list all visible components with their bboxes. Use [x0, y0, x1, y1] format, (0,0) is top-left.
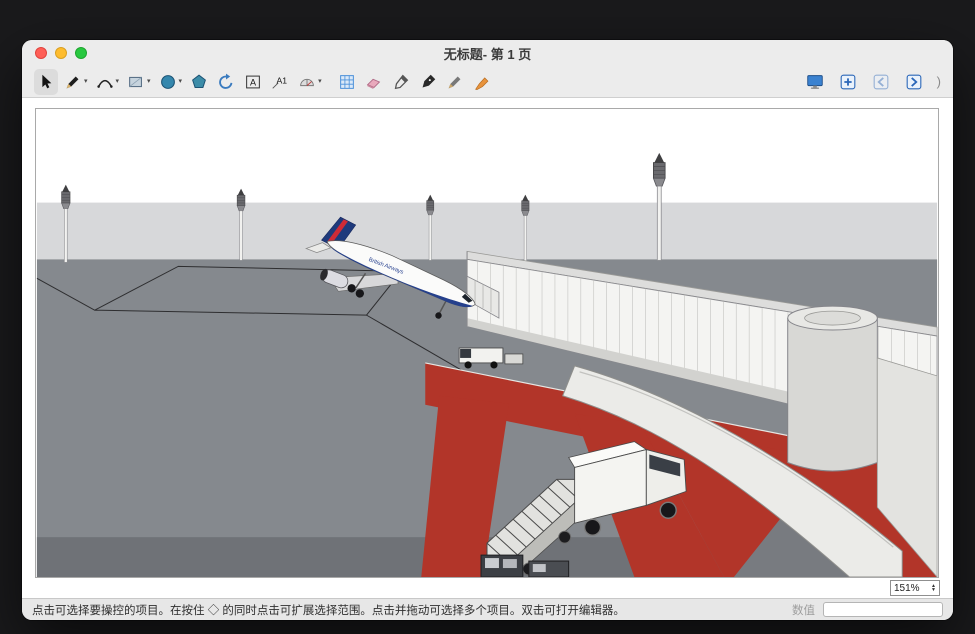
- eraser-tool-button[interactable]: [362, 69, 386, 95]
- close-button[interactable]: [35, 47, 47, 59]
- rectangle-icon: [126, 72, 146, 92]
- zoom-row: 151% ▲▼: [22, 578, 953, 598]
- dropdown-caret-icon: ▾: [116, 78, 120, 85]
- line-tool-button[interactable]: ▾: [61, 69, 90, 95]
- zoom-window-button[interactable]: [75, 47, 87, 59]
- zoom-select[interactable]: 151% ▲▼: [890, 580, 940, 596]
- pen-tool-button[interactable]: [416, 69, 440, 95]
- protractor-icon: [297, 72, 317, 92]
- rotate-arrow-icon: [216, 72, 236, 92]
- status-bar: 点击可选择要操控的项目。在按住 ◇ 的同时点击可扩展选择范围。点击并拖动可选择多…: [22, 598, 953, 620]
- viewport-area: British Airways: [22, 98, 953, 578]
- monitor-icon: [805, 72, 825, 92]
- back-button[interactable]: [869, 69, 893, 95]
- svg-text:A1: A1: [277, 75, 288, 85]
- dropdown-caret-icon: ▾: [179, 78, 183, 85]
- title-bar[interactable]: 无标题- 第 1 页: [22, 40, 953, 66]
- desktop: 无标题- 第 1 页 ▾ ▾: [0, 0, 975, 634]
- forward-button[interactable]: [902, 69, 926, 95]
- pen-icon: [418, 72, 438, 92]
- axes-tool-button[interactable]: ▾: [295, 69, 324, 95]
- highlighter-tool-button[interactable]: [470, 69, 494, 95]
- toolbar: ▾ ▾ ▾ ▾: [22, 66, 953, 98]
- dropdown-caret-icon: ▾: [147, 78, 151, 85]
- select-cursor-icon: [36, 72, 56, 92]
- highlighter-icon: [472, 72, 492, 92]
- dropdown-caret-icon: ▾: [318, 78, 322, 85]
- pencil-gray-icon: [445, 72, 465, 92]
- arc-icon: [95, 72, 115, 92]
- status-hint: 点击可选择要操控的项目。在按住 ◇ 的同时点击可扩展选择范围。点击并拖动可选择多…: [32, 602, 784, 618]
- display-button[interactable]: [803, 69, 827, 95]
- minimize-button[interactable]: [55, 47, 67, 59]
- circle-tool-button[interactable]: ▾: [156, 69, 185, 95]
- arrow-left-icon: [871, 72, 891, 92]
- value-input[interactable]: [823, 602, 943, 617]
- add-scene-button[interactable]: [836, 69, 860, 95]
- arc-tool-button[interactable]: ▾: [93, 69, 122, 95]
- window-title: 无标题- 第 1 页: [444, 44, 531, 63]
- viewport-canvas[interactable]: British Airways: [35, 108, 939, 578]
- eyedropper-tool-button[interactable]: [389, 69, 413, 95]
- app-window: 无标题- 第 1 页 ▾ ▾: [22, 40, 953, 620]
- text-box-icon: A: [243, 72, 263, 92]
- shape-tool-button[interactable]: ▾: [124, 69, 153, 95]
- toolbar-right-group: ): [803, 69, 941, 95]
- traffic-lights: [35, 47, 87, 59]
- horizon-band: [37, 203, 937, 260]
- arrow-right-icon: [904, 72, 924, 92]
- eraser-icon: [364, 72, 384, 92]
- circle-icon: [158, 72, 178, 92]
- pentagon-icon: [189, 72, 209, 92]
- grid-icon: [337, 72, 357, 92]
- zoom-stepper-icon: ▲▼: [931, 584, 936, 592]
- polygon-tool-button[interactable]: [187, 69, 211, 95]
- eyedropper-icon: [391, 72, 411, 92]
- svg-text:A: A: [250, 77, 257, 87]
- text-tool-button[interactable]: A: [241, 69, 265, 95]
- pencil-tool-button[interactable]: [443, 69, 467, 95]
- plus-icon: [838, 72, 858, 92]
- select-tool-button[interactable]: [34, 69, 58, 95]
- value-label: 数值: [792, 602, 815, 618]
- rotate-tool-button[interactable]: [214, 69, 238, 95]
- pencil-icon: [63, 72, 83, 92]
- label-icon: A1: [270, 72, 290, 92]
- toolbar-overflow-indicator: ): [937, 74, 941, 89]
- grid-tool-button[interactable]: [335, 69, 359, 95]
- zoom-value: 151%: [894, 583, 920, 594]
- label-tool-button[interactable]: A1: [268, 69, 292, 95]
- dropdown-caret-icon: ▾: [84, 78, 88, 85]
